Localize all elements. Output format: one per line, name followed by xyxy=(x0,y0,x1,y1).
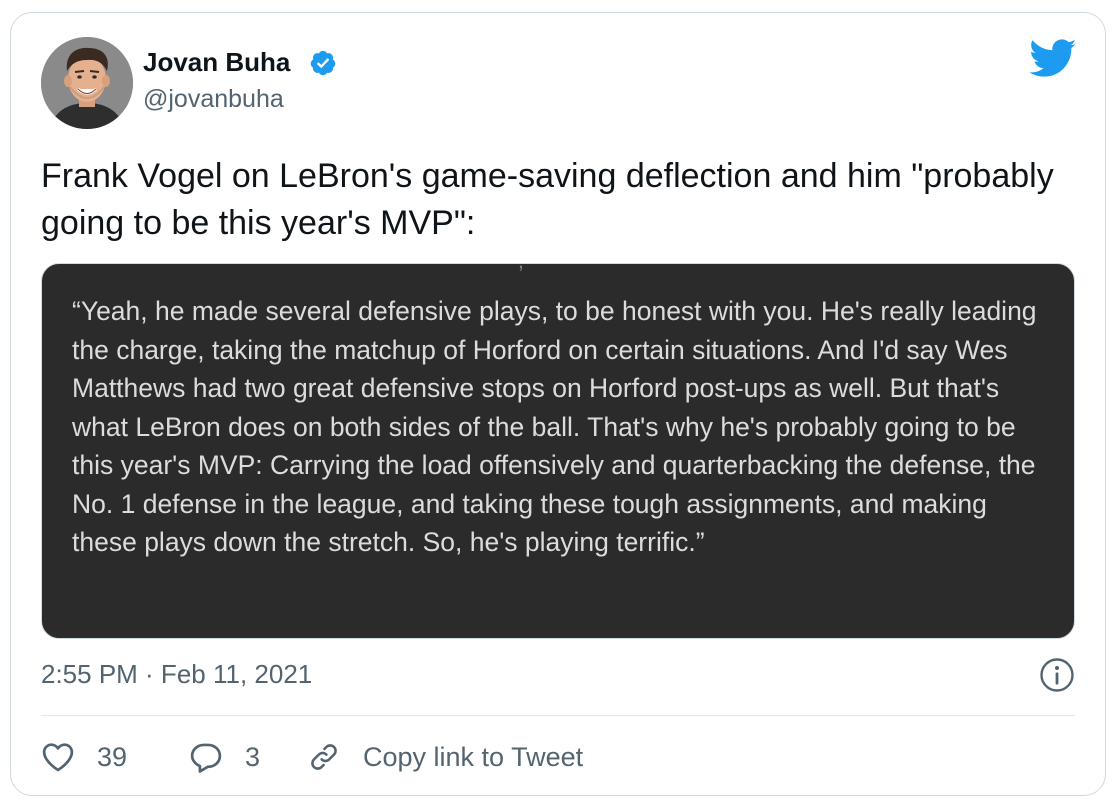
verified-badge-icon xyxy=(310,50,336,76)
cropped-text-fragment: ~ ~ ~ ~ , ~ ~ ~ ~ ~ ~ xyxy=(442,264,638,274)
reply-bubble-icon xyxy=(190,743,222,773)
avatar[interactable] xyxy=(41,37,133,129)
reply-count: 3 xyxy=(245,741,261,772)
info-icon[interactable] xyxy=(1039,657,1075,693)
tweet-text: Frank Vogel on LeBron's game-saving defl… xyxy=(41,157,1054,242)
like-button[interactable]: 39 xyxy=(41,735,127,779)
copy-link-label: Copy link to Tweet xyxy=(363,741,584,772)
reply-button[interactable]: 3 xyxy=(189,735,260,779)
media-quote-text: “Yeah, he made several defensive plays, … xyxy=(72,296,1037,557)
author-display-name[interactable]: Jovan Buha xyxy=(143,47,290,78)
tweet-timestamp[interactable]: 2:55 PM · Feb 11, 2021 xyxy=(41,659,312,690)
author-handle[interactable]: @jovanbuha xyxy=(143,85,284,114)
divider xyxy=(41,715,1075,716)
heart-icon xyxy=(42,743,74,772)
copy-link-button[interactable]: Copy link to Tweet xyxy=(307,735,583,779)
link-icon xyxy=(311,744,337,770)
twitter-bird-icon[interactable] xyxy=(1029,39,1077,79)
tweet-media-image[interactable]: ~ ~ ~ ~ , ~ ~ ~ ~ ~ ~ “Yeah, he made sev… xyxy=(41,263,1075,639)
like-count: 39 xyxy=(97,741,128,772)
tweet-card: Jovan Buha @jovanbuha Frank Vogel on LeB… xyxy=(10,12,1106,796)
